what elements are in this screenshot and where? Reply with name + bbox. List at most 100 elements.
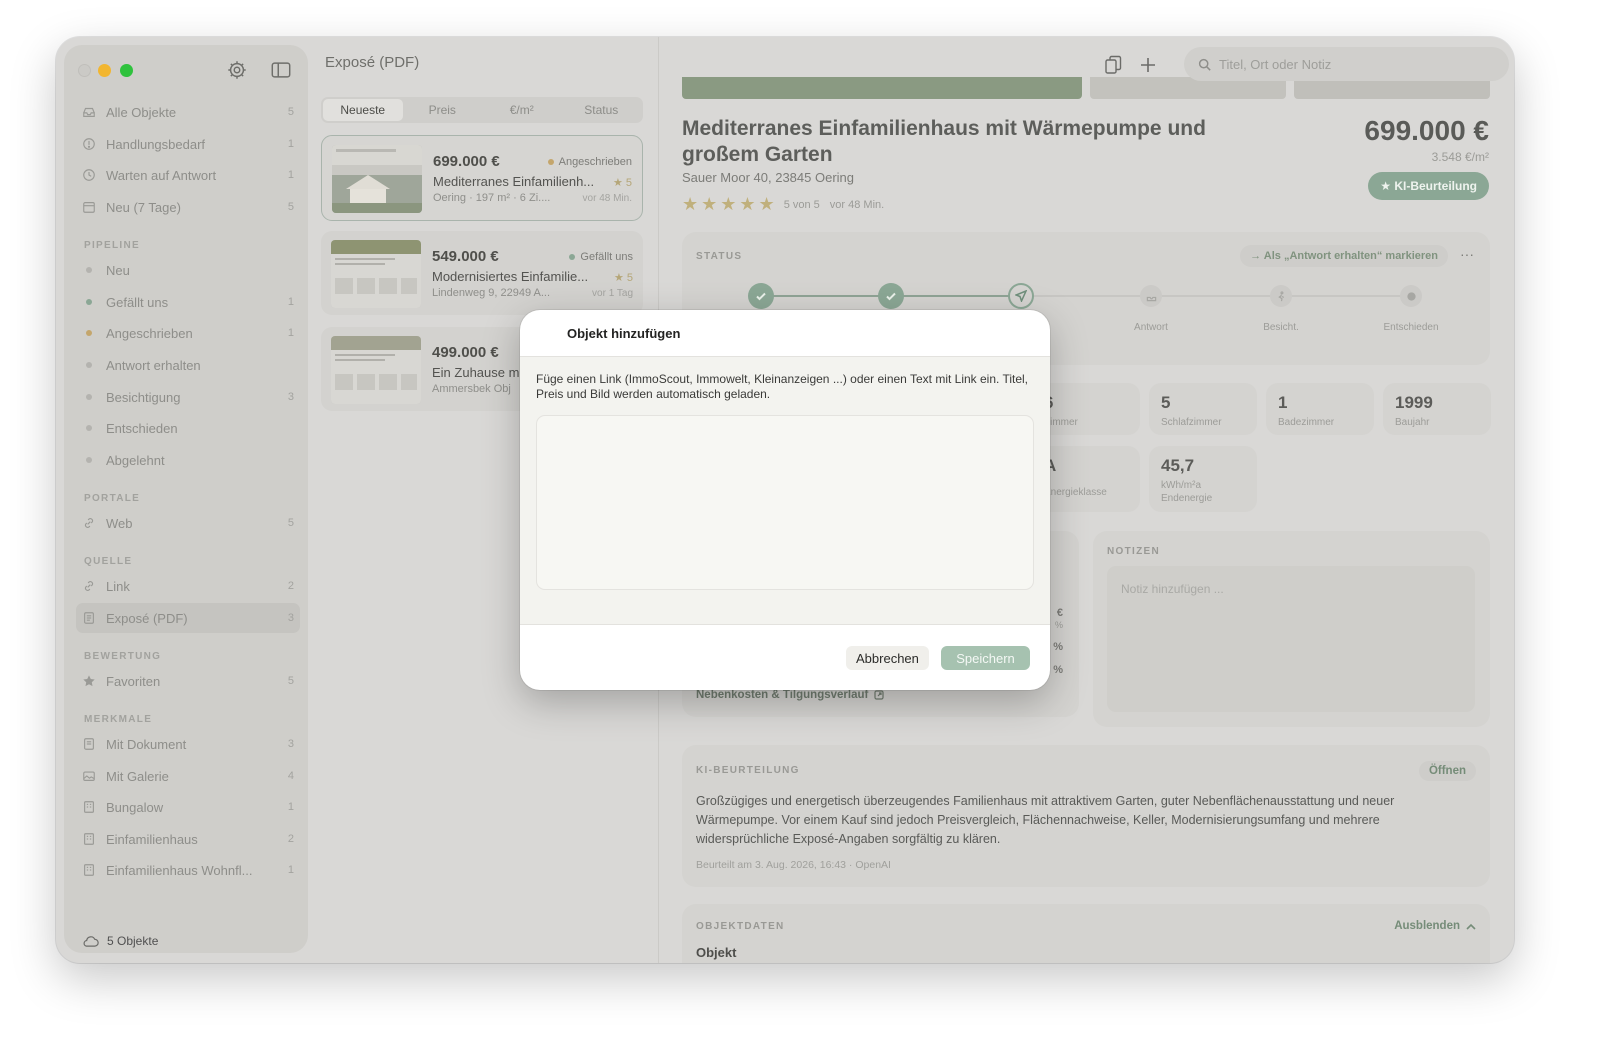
step-1-check-icon[interactable] [748, 283, 774, 309]
external-link-icon [874, 690, 884, 700]
sidebar-item-pipeline-antwort-erhalten[interactable]: Antwort erhalten [76, 350, 300, 380]
status-badge: Angeschrieben [547, 156, 632, 168]
sidebar-item-pipeline-gefaellt-uns[interactable]: Gefällt uns 1 [76, 287, 300, 317]
sidebar-toggle-icon[interactable] [270, 59, 294, 83]
sort-tab-preis[interactable]: Preis [403, 99, 483, 121]
sort-segmented-control: Neueste Preis €/m² Status [321, 97, 643, 123]
open-ki-button[interactable]: Öffnen [1418, 761, 1476, 781]
step-4-inbox-icon[interactable] [1140, 285, 1162, 307]
search-field[interactable]: Titel, Ort oder Notiz [1184, 47, 1509, 81]
sidebar-item-pipeline-neu[interactable]: Neu [76, 255, 300, 285]
link-text-input[interactable] [536, 415, 1034, 590]
step-2-check-icon[interactable] [878, 283, 904, 309]
listing-thumbnail [331, 336, 421, 404]
sidebar-item-handlungsbedarf[interactable]: Handlungsbedarf 1 [76, 129, 300, 159]
tray-icon [82, 105, 96, 119]
ki-assessment-panel: KI-BEURTEILUNG Öffnen Großzügiges und en… [682, 745, 1490, 887]
dialog-title: Objekt hinzufügen [567, 326, 681, 341]
cloud-icon [83, 936, 99, 947]
section-merkmale: MERKMALE [84, 714, 153, 725]
sort-tab-neueste[interactable]: Neueste [323, 99, 403, 121]
sidebar-item-einfamilienhaus[interactable]: Einfamilienhaus 2 [76, 824, 300, 854]
clock-icon [82, 168, 96, 182]
sidebar-item-web[interactable]: Web 5 [76, 508, 300, 538]
hide-objektdaten-button[interactable]: Ausblenden [1394, 920, 1476, 932]
document-icon [82, 737, 96, 751]
gallery-icon [82, 769, 96, 783]
sidebar-item-pipeline-abgelehnt[interactable]: Abgelehnt [76, 445, 300, 475]
sidebar-item-expose-pdf[interactable]: Exposé (PDF) 3 [76, 603, 300, 633]
status-dot [86, 362, 92, 368]
fact-tile: 1 Badezimmer [1266, 383, 1374, 435]
link-icon [82, 579, 96, 593]
notes-input[interactable]: Notiz hinzufügen ... [1107, 566, 1475, 712]
listing-thumbnail [332, 145, 422, 213]
sidebar-item-warten-auf-antwort[interactable]: Warten auf Antwort 1 [76, 160, 300, 190]
listing-price: 699.000 € [1364, 115, 1489, 146]
calendar-icon [82, 200, 96, 214]
sidebar-item-alle-objekte[interactable]: Alle Objekte 5 [76, 97, 300, 127]
status-dot [86, 267, 92, 273]
link-icon [82, 516, 96, 530]
mark-answer-received-button[interactable]: → Als „Antwort erhalten“ markieren [1240, 245, 1448, 267]
star-icon [82, 674, 96, 688]
step-5-walking-icon[interactable] [1270, 285, 1292, 307]
listing-card[interactable]: 549.000 € Gefällt uns Modernisiertes Ein… [321, 231, 643, 315]
settings-gear-icon[interactable] [226, 59, 250, 83]
more-options-icon[interactable]: ··· [1460, 246, 1474, 262]
nebenkosten-link[interactable]: Nebenkosten & Tilgungsverlauf [696, 689, 884, 701]
sidebar-item-bungalow[interactable]: Bungalow 1 [76, 792, 300, 822]
dialog-body: Füge einen Link (ImmoScout, Immowelt, Kl… [520, 357, 1050, 625]
save-button[interactable]: Speichern [941, 646, 1030, 670]
status-dot [86, 299, 92, 305]
listing-thumbnail [331, 240, 421, 308]
dialog-header: Objekt hinzufügen [520, 310, 1050, 357]
add-object-dialog: Objekt hinzufügen Füge einen Link (ImmoS… [520, 310, 1050, 690]
building-icon [82, 800, 96, 814]
section-pipeline: PIPELINE [84, 240, 140, 251]
listing-title: Mediterranes Einfamilienhaus mit Wärmepu… [682, 117, 1206, 166]
sidebar-item-pipeline-besichtigung[interactable]: Besichtigung 3 [76, 382, 300, 412]
notes-panel: NOTIZEN Notiz hinzufügen ... [1093, 531, 1490, 727]
building-icon [82, 832, 96, 846]
sidebar-item-pipeline-entschieden[interactable]: Entschieden [76, 413, 300, 443]
ki-beurteilung-button[interactable]: ★ KI-Beurteilung [1368, 172, 1489, 200]
maximize-window-button[interactable] [120, 64, 133, 77]
document-icon [82, 611, 96, 625]
sort-tab-price-per-sqm[interactable]: €/m² [482, 99, 562, 121]
add-icon[interactable] [1134, 51, 1162, 79]
dialog-description: Füge einen Link (ImmoScout, Immowelt, Kl… [536, 372, 1029, 401]
section-bewertung: BEWERTUNG [84, 651, 162, 662]
sidebar-item-pipeline-angeschrieben[interactable]: Angeschrieben 1 [76, 318, 300, 348]
close-window-button[interactable] [78, 64, 91, 77]
sidebar-item-neu-7-tage[interactable]: Neu (7 Tage) 5 [76, 192, 300, 222]
status-dot [86, 457, 92, 463]
section-quelle: QUELLE [84, 556, 133, 567]
status-dot [86, 425, 92, 431]
cancel-button[interactable]: Abbrechen [846, 646, 929, 670]
minimize-window-button[interactable] [98, 64, 111, 77]
listing-card[interactable]: 699.000 € Angeschrieben Mediterranes Ein… [321, 135, 643, 221]
sort-tab-status[interactable]: Status [562, 99, 642, 121]
status-dot [86, 394, 92, 400]
price-per-sqm: 3.548 €/m² [1431, 150, 1489, 164]
hero-image [682, 77, 1082, 99]
status-dot [86, 330, 92, 336]
star-rating[interactable]: ★★★★★ 5 von 5 vor 48 Min. [682, 194, 884, 215]
section-portale: PORTALE [84, 493, 141, 504]
copy-icon[interactable] [1099, 51, 1127, 79]
sidebar-item-mit-galerie[interactable]: Mit Galerie 4 [76, 761, 300, 791]
sidebar-item-einfamilienhaus-wohnfl[interactable]: Einfamilienhaus Wohnfl... 1 [76, 855, 300, 885]
rating: ★ 5 [613, 272, 633, 284]
fact-tile: 1999 Baujahr [1383, 383, 1491, 435]
chevron-up-icon [1466, 923, 1476, 930]
exclamation-circle-icon [82, 137, 96, 151]
objektdaten-panel: OBJEKTDATEN Ausblenden Objekt [682, 904, 1490, 963]
sidebar-item-favoriten[interactable]: Favoriten 5 [76, 666, 300, 696]
rating: ★ 5 [612, 177, 632, 189]
sidebar-item-link[interactable]: Link 2 [76, 571, 300, 601]
sidebar-item-mit-dokument[interactable]: Mit Dokument 3 [76, 729, 300, 759]
building-icon [82, 863, 96, 877]
step-6-decision-icon[interactable] [1400, 285, 1422, 307]
step-3-send-icon[interactable] [1008, 283, 1034, 309]
